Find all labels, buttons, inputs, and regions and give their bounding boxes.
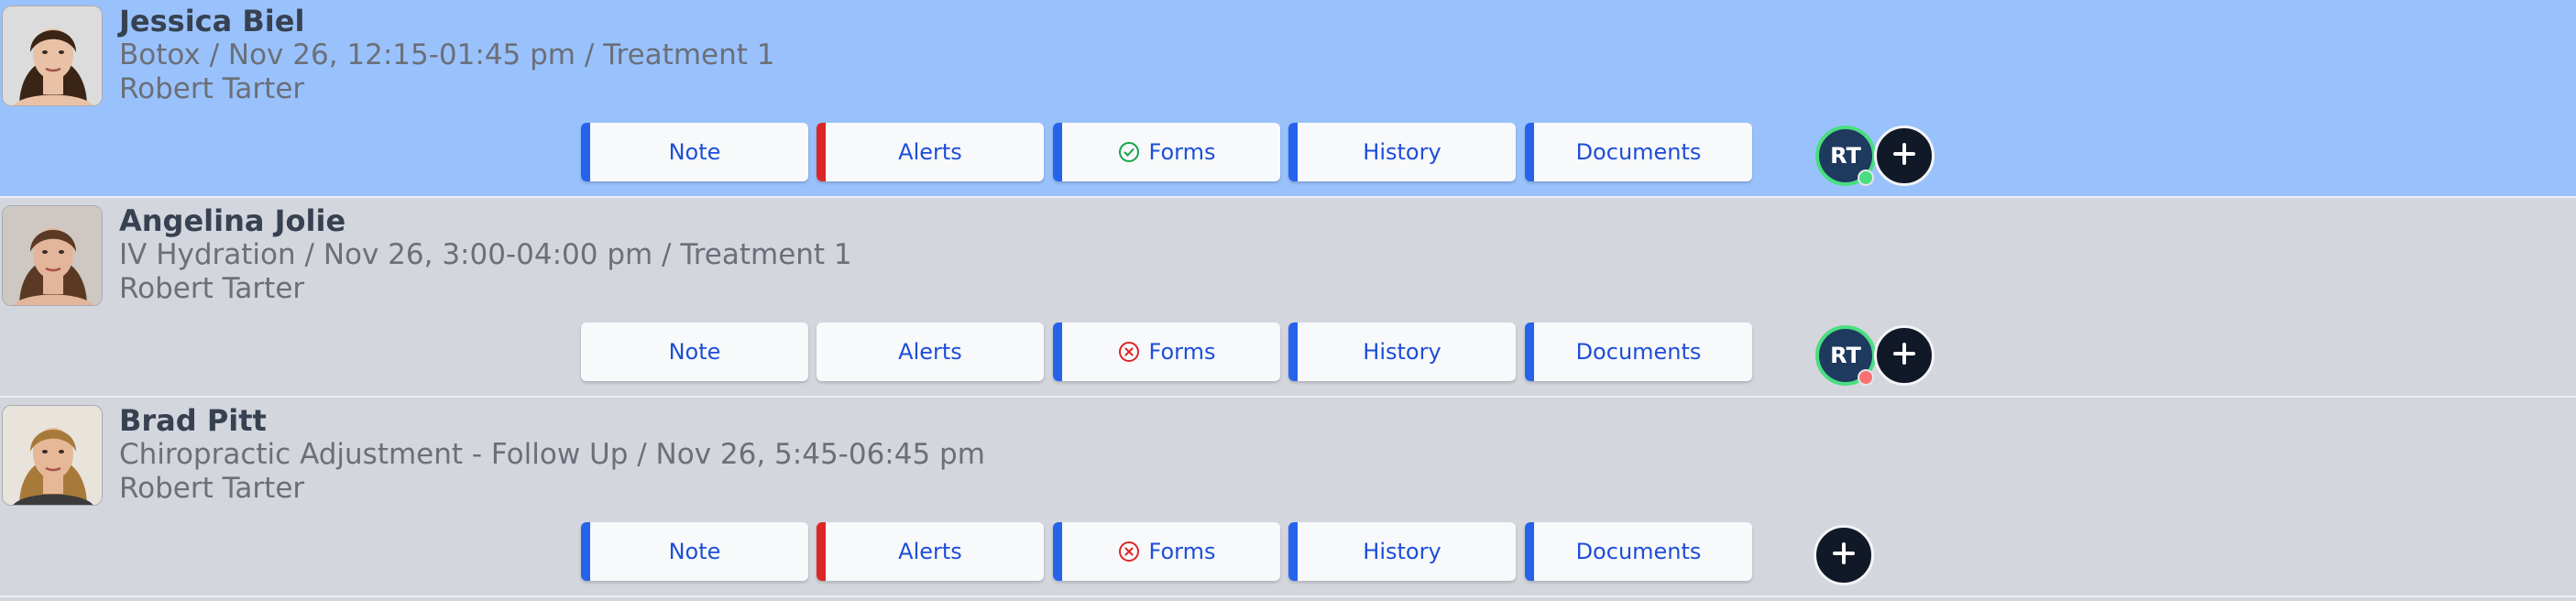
alerts-indicator-bar — [817, 522, 826, 581]
documents-button[interactable]: Documents — [1525, 322, 1752, 381]
forms-button[interactable]: Forms — [1053, 522, 1280, 581]
forms-indicator-bar — [1053, 123, 1062, 181]
presence-dot — [1858, 169, 1874, 186]
history-indicator-bar — [1288, 123, 1298, 181]
presence-dot — [1858, 369, 1874, 386]
alerts-button-label: Alerts — [898, 339, 962, 365]
patient-name[interactable]: Jessica Biel — [119, 4, 304, 38]
appointment-row[interactable]: Angelina Jolie IV Hydration / Nov 26, 3:… — [0, 200, 2576, 398]
history-indicator-bar — [1288, 522, 1298, 581]
forms-button-label: Forms — [1148, 139, 1216, 165]
patient-avatar — [2, 405, 103, 506]
documents-button-label: Documents — [1575, 539, 1702, 564]
patient-name[interactable]: Angelina Jolie — [119, 203, 345, 238]
add-assignee-button[interactable] — [1874, 325, 1935, 386]
history-indicator-bar — [1288, 322, 1298, 381]
documents-indicator-bar — [1525, 522, 1534, 581]
documents-button-label: Documents — [1575, 139, 1702, 165]
provider-name: Robert Tarter — [119, 272, 305, 305]
appointment-row[interactable]: Jessica Biel Botox / Nov 26, 12:15-01:45… — [0, 0, 2576, 198]
documents-button[interactable]: Documents — [1525, 123, 1752, 181]
history-button[interactable]: History — [1288, 123, 1516, 181]
forms-indicator-bar — [1053, 322, 1062, 381]
history-button-label: History — [1363, 539, 1441, 564]
history-button-label: History — [1363, 339, 1441, 365]
note-indicator-bar — [581, 123, 590, 181]
appointment-detail: IV Hydration / Nov 26, 3:00-04:00 pm / T… — [119, 238, 852, 271]
note-button-label: Note — [668, 339, 721, 365]
note-indicator-bar — [581, 522, 590, 581]
history-button[interactable]: History — [1288, 522, 1516, 581]
forms-button[interactable]: Forms — [1053, 322, 1280, 381]
note-button[interactable]: Note — [581, 322, 808, 381]
plus-icon — [1891, 340, 1918, 371]
add-assignee-button[interactable] — [1814, 525, 1874, 585]
note-button[interactable]: Note — [581, 123, 808, 181]
patient-name[interactable]: Brad Pitt — [119, 403, 267, 438]
check-circle-icon — [1118, 141, 1140, 163]
assignee-initials: RT — [1830, 343, 1861, 368]
note-button-label: Note — [668, 539, 721, 564]
documents-indicator-bar — [1525, 123, 1534, 181]
alerts-button[interactable]: Alerts — [817, 522, 1044, 581]
provider-name: Robert Tarter — [119, 72, 305, 105]
alerts-button-label: Alerts — [898, 539, 962, 564]
documents-button[interactable]: Documents — [1525, 522, 1752, 581]
documents-button-label: Documents — [1575, 339, 1702, 365]
provider-name: Robert Tarter — [119, 472, 305, 505]
plus-icon — [1891, 140, 1918, 171]
forms-indicator-bar — [1053, 522, 1062, 581]
add-assignee-button[interactable] — [1874, 126, 1935, 186]
documents-indicator-bar — [1525, 322, 1534, 381]
assignee-avatar[interactable]: RT — [1815, 325, 1876, 386]
alerts-button-label: Alerts — [898, 139, 962, 165]
history-button-label: History — [1363, 139, 1441, 165]
note-button-label: Note — [668, 139, 721, 165]
appointment-detail: Chiropractic Adjustment - Follow Up / No… — [119, 438, 985, 471]
alerts-button[interactable]: Alerts — [817, 322, 1044, 381]
x-circle-icon — [1118, 341, 1140, 363]
appointment-detail: Botox / Nov 26, 12:15-01:45 pm / Treatme… — [119, 38, 775, 71]
patient-avatar — [2, 5, 103, 106]
alerts-indicator-bar — [817, 123, 826, 181]
note-button[interactable]: Note — [581, 522, 808, 581]
history-button[interactable]: History — [1288, 322, 1516, 381]
forms-button[interactable]: Forms — [1053, 123, 1280, 181]
assignee-avatar[interactable]: RT — [1815, 126, 1876, 186]
x-circle-icon — [1118, 541, 1140, 563]
plus-icon — [1830, 540, 1858, 571]
forms-button-label: Forms — [1148, 339, 1216, 365]
assignee-initials: RT — [1830, 143, 1861, 169]
alerts-button[interactable]: Alerts — [817, 123, 1044, 181]
appointment-row[interactable]: Brad Pitt Chiropractic Adjustment - Foll… — [0, 399, 2576, 597]
patient-avatar — [2, 205, 103, 306]
forms-button-label: Forms — [1148, 539, 1216, 564]
